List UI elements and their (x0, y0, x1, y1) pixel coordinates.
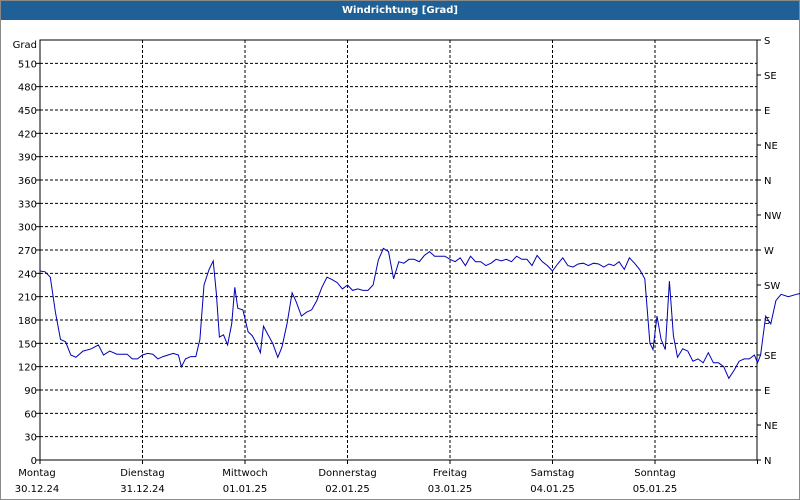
y2-tick-label: SE (764, 351, 777, 362)
y-tick-label: 30 (24, 433, 37, 444)
series-line (39, 247, 800, 380)
x-tick-day: Mittwoch (222, 468, 267, 479)
y2-tick-label: NE (764, 421, 778, 432)
y-tick-label: 60 (24, 409, 37, 420)
y-tick-label: 150 (18, 339, 37, 350)
y-tick-label: 120 (18, 363, 37, 374)
y-tick-label: 450 (18, 106, 37, 117)
y2-tick-label: SE (764, 71, 777, 82)
y-axis-label: Grad (13, 40, 37, 51)
y-tick-label: 0 (31, 456, 37, 467)
y-tick-label: 240 (18, 269, 37, 280)
x-tick-date: 02.01.25 (325, 484, 370, 495)
x-tick-day: Sonntag (634, 468, 676, 479)
y-tick-label: 210 (18, 293, 37, 304)
x-tick-date: 31.12.24 (120, 484, 165, 495)
y2-tick-label: NW (764, 211, 781, 222)
y2-tick-label: N (764, 456, 771, 467)
y-tick-label: 390 (18, 153, 37, 164)
x-tick-date: 04.01.25 (530, 484, 575, 495)
y-tick-label: 510 (18, 59, 37, 70)
x-tick-day: Freitag (433, 468, 467, 479)
y-tick-label: 330 (18, 199, 37, 210)
x-tick-day: Samstag (531, 468, 575, 479)
y2-tick-label: NE (764, 141, 778, 152)
y2-tick-label: E (764, 106, 770, 117)
y-tick-label: 480 (18, 83, 37, 94)
y2-tick-label: S (764, 36, 770, 47)
x-tick-date: 05.01.25 (633, 484, 678, 495)
x-tick-date: 03.01.25 (428, 484, 473, 495)
x-tick-day: Dienstag (120, 468, 165, 479)
y2-tick-label: N (764, 176, 771, 187)
y-tick-label: 180 (18, 316, 37, 327)
y-tick-label: 300 (18, 223, 37, 234)
y-tick-label: 360 (18, 176, 37, 187)
chart-svg: 0 30 60 90 120 150 180 210 240 270 300 330 360 390 420… (13, 36, 800, 495)
y-tick-label: 420 (18, 129, 37, 140)
x-tick-date: 01.01.25 (223, 484, 268, 495)
x-tick-day: Montag (18, 468, 55, 479)
y-tick-label: 90 (24, 386, 37, 397)
y2-tick-label: SW (764, 281, 780, 292)
y2-tick-label: E (764, 386, 770, 397)
x-tick-date: 30.12.24 (15, 484, 60, 495)
y2-tick-label: W (764, 246, 774, 257)
x-tick-day: Donnerstag (318, 468, 376, 479)
y-tick-label: 270 (18, 246, 37, 257)
